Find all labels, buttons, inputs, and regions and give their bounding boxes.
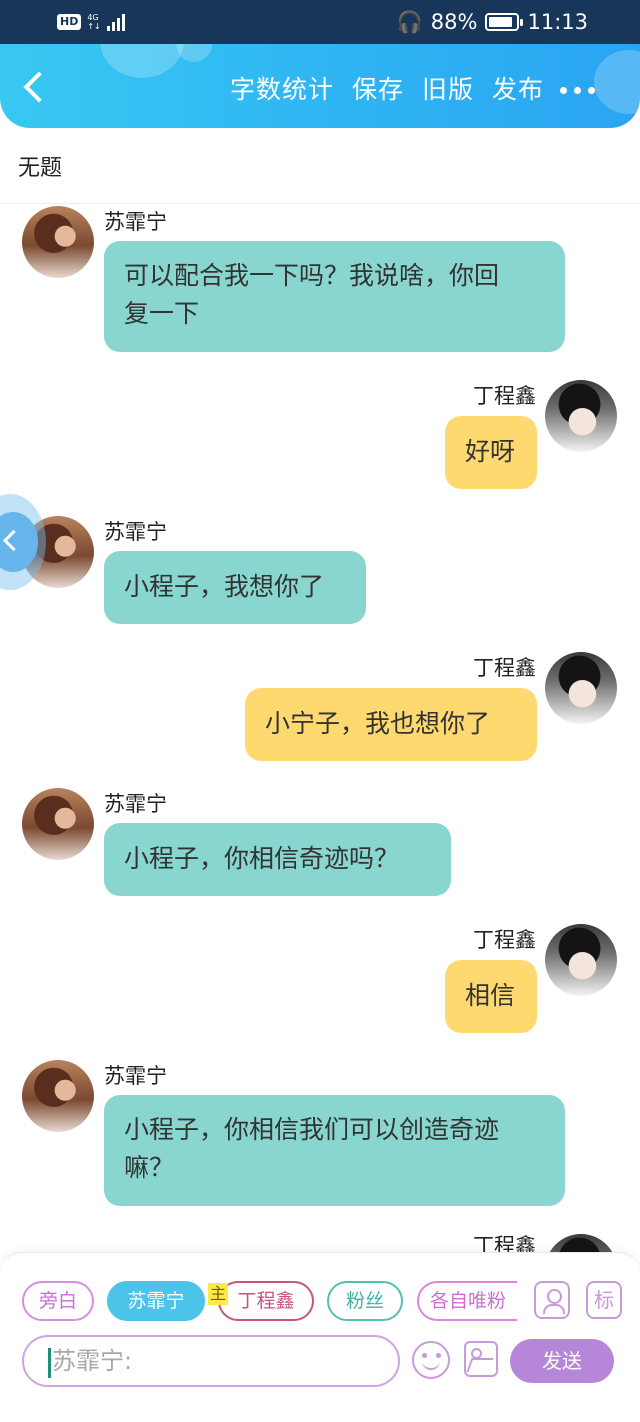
role-chip-narration[interactable]: 旁白 [22,1281,94,1321]
message-line: 小宁子，我也想你了 [265,709,491,738]
network-type: 4G ↑↓ [87,13,101,31]
sender-name: 丁程鑫 [473,1234,536,1252]
send-button[interactable]: 发送 [510,1339,614,1383]
message-line: 小程子，你相信奇迹吗？ [124,844,400,873]
document-title[interactable]: 无题 [18,150,62,182]
role-chip-exclusive-fans[interactable]: 各自唯粉 [417,1281,517,1321]
message-line: 小程子，你相信我们可以创造奇迹 [124,1115,500,1144]
message-bubble[interactable]: 相信 [445,960,537,1033]
status-left: HD 4G ↑↓ [57,10,125,34]
avatar[interactable] [22,788,94,860]
hd-badge: HD [57,14,82,30]
sender-name: 丁程鑫 [473,384,536,408]
battery-icon [485,13,524,31]
mark-button[interactable]: 标 [586,1281,622,1319]
message-bubble[interactable]: 小程子，我想你了 [104,551,366,624]
message-bubble[interactable]: 好呀 [445,416,537,489]
clock: 11:13 [527,10,588,34]
sender-name: 苏霏宁 [104,210,167,234]
status-bar: HD 4G ↑↓ 🎧 88% 11:13 [0,0,640,44]
publish-button[interactable]: 发布 [492,74,544,106]
chat-area[interactable]: 苏霏宁 可以配合我一下吗？我说啥，你回 复一下 丁程鑫 好呀 苏霏宁 小程子，我… [0,204,640,1252]
message-bubble[interactable]: 小程子，你相信我们可以创造奇迹 嘛？ [104,1095,565,1206]
title-row[interactable]: 无题 [0,128,640,204]
emoji-icon[interactable] [412,1341,450,1379]
battery-percent: 88% [430,10,478,34]
message-input-box[interactable] [22,1335,400,1387]
role-chip-fans[interactable]: 粉丝 [327,1281,403,1321]
avatar[interactable] [545,1234,617,1252]
text-cursor [48,1348,51,1378]
sender-name: 苏霏宁 [104,1064,167,1088]
status-right: 🎧 88% 11:13 [397,8,588,36]
role-chip-su-feining[interactable]: 苏霏宁 [107,1281,205,1321]
avatar[interactable] [22,206,94,278]
composer: 旁白 苏霏宁 丁程鑫 主 粉丝 各自唯粉 标 发送 [0,1252,640,1422]
headphones-icon: 🎧 [396,9,423,34]
message-line: 好呀 [465,437,516,466]
main-role-badge: 主 [208,1283,229,1305]
sender-name: 苏霏宁 [104,520,167,544]
chevron-left-icon [0,512,38,572]
word-count-button[interactable]: 字数统计 [230,74,334,106]
message-bubble[interactable]: 小宁子，我也想你了 [245,688,537,761]
decor-bubble [100,44,184,78]
avatar[interactable] [545,380,617,452]
message-line: 复一下 [124,299,200,328]
top-app-bar: 字数统计 保存 旧版 发布 [0,44,640,128]
back-button[interactable] [14,66,54,106]
signal-icon [106,13,125,31]
sender-name: 丁程鑫 [473,928,536,952]
sender-name: 丁程鑫 [473,656,536,680]
role-chip-ding-chengxin[interactable]: 丁程鑫 [218,1281,314,1321]
save-button[interactable]: 保存 [352,74,404,106]
image-icon[interactable] [464,1341,498,1377]
message-input[interactable] [52,1337,382,1385]
avatar[interactable] [22,1060,94,1132]
message-line: 可以配合我一下吗？我说啥，你回 [124,261,500,290]
message-bubble[interactable]: 小程子，你相信奇迹吗？ [104,823,451,896]
decor-bubble [594,50,640,114]
message-line: 相信 [465,981,516,1010]
avatar[interactable] [545,924,617,996]
contact-icon[interactable] [534,1281,570,1319]
more-icon[interactable] [560,82,600,98]
avatar[interactable] [545,652,617,724]
message-line: 小程子，我想你了 [124,572,325,601]
decor-bubble [176,44,212,62]
header-actions: 字数统计 保存 旧版 发布 [230,74,544,106]
message-bubble[interactable]: 可以配合我一下吗？我说啥，你回 复一下 [104,241,565,352]
sender-name: 苏霏宁 [104,792,167,816]
message-line: 嘛？ [124,1153,175,1182]
old-version-button[interactable]: 旧版 [422,74,474,106]
